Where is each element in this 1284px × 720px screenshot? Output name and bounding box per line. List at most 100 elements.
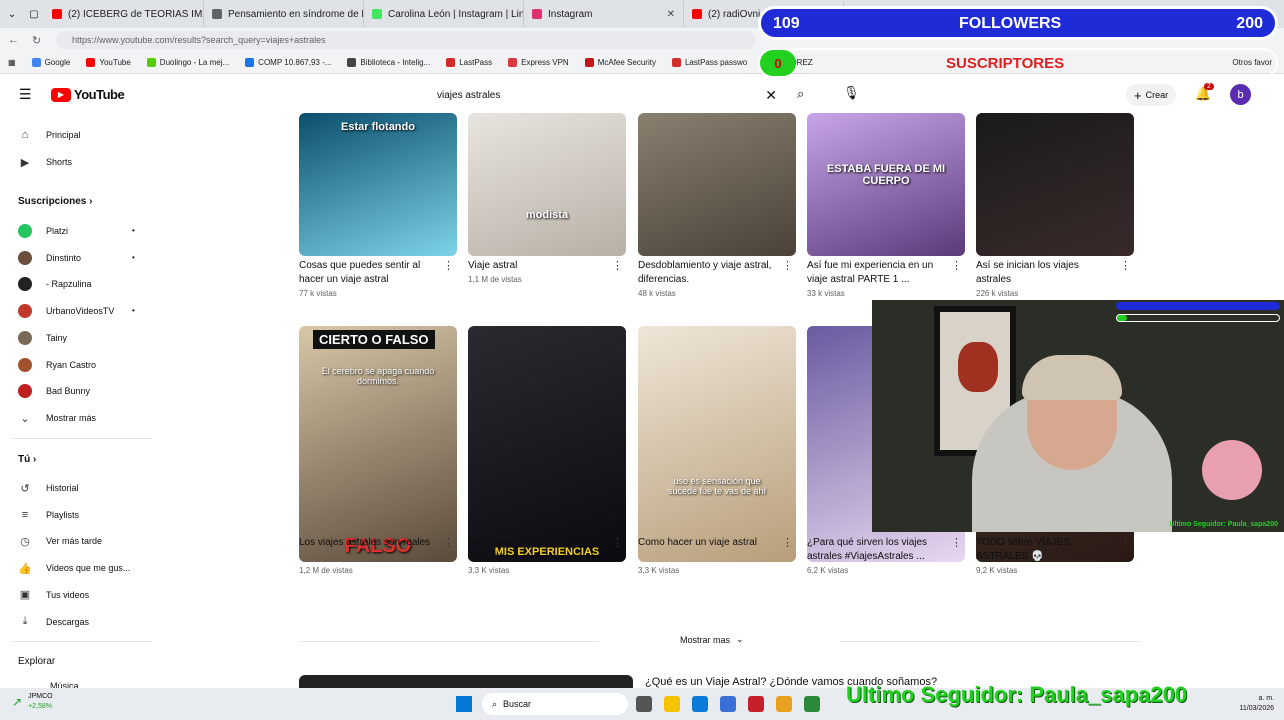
sidebar-item-download[interactable]: ⤓ Descargas bbox=[18, 615, 89, 629]
video-title[interactable]: Cosas que puedes sentir al hacer un viaj… bbox=[299, 259, 439, 287]
video-title[interactable]: Así se inician los viajes astrales bbox=[976, 259, 1116, 287]
apps-icon[interactable]: ▦ bbox=[0, 58, 24, 67]
subscriptions-header[interactable]: Suscripciones › bbox=[18, 196, 92, 207]
video-options-icon[interactable]: ⋮ bbox=[443, 536, 454, 549]
bookmark-item[interactable]: YouTube bbox=[78, 58, 138, 67]
video-thumbnail[interactable]: modista bbox=[468, 113, 626, 256]
next-video-thumb[interactable] bbox=[299, 675, 633, 688]
show-more-button[interactable]: Mostrar mas ⌄ bbox=[680, 634, 744, 645]
sidebar-subscription[interactable]: Platzi bbox=[18, 224, 68, 238]
youtube-logo[interactable]: ▶ YouTube bbox=[51, 87, 125, 102]
bookmark-item[interactable]: McAfee Security bbox=[577, 58, 664, 67]
youtube-logo-text: YouTube bbox=[74, 87, 125, 102]
chrome-icon[interactable] bbox=[776, 696, 792, 712]
divider bbox=[299, 641, 599, 642]
tab-favicon-icon bbox=[52, 9, 62, 19]
tab-list-icon[interactable]: ⌄ bbox=[0, 9, 24, 20]
you-header[interactable]: Tú › bbox=[18, 454, 36, 465]
video-options-icon[interactable]: ⋮ bbox=[612, 259, 623, 272]
acrobat-icon[interactable] bbox=[748, 696, 764, 712]
search-box[interactable]: viajes astrales ✕ bbox=[426, 82, 788, 108]
video-title[interactable]: Viaje astral bbox=[468, 259, 608, 273]
bookmark-item[interactable]: Express VPN bbox=[500, 58, 577, 67]
bookmark-item[interactable]: Biblioteca - Intelig... bbox=[339, 58, 438, 67]
sidebar-item-your-videos[interactable]: ▣ Tus videos bbox=[18, 588, 89, 602]
video-title[interactable]: Así fue mi experiencia en un viaje astra… bbox=[807, 259, 947, 287]
shorts-icon: ▶ bbox=[20, 156, 30, 169]
sidebar-subscription[interactable]: Tainy bbox=[18, 330, 67, 345]
sidebar-item-principal[interactable]: ⌂ Principal bbox=[18, 128, 81, 142]
video-thumbnail[interactable] bbox=[976, 113, 1134, 256]
sidebar-item-shorts[interactable]: ▶ Shorts bbox=[18, 155, 72, 169]
bookmark-favicon-icon bbox=[508, 58, 518, 67]
file-explorer-icon[interactable] bbox=[664, 696, 680, 712]
taskbar-search[interactable]: ⌕ Buscar bbox=[482, 693, 628, 715]
browser-tab[interactable]: Carolina León | Instagram | Linktr✕ bbox=[364, 1, 524, 27]
video-thumbnail[interactable]: Estar flotando bbox=[299, 113, 457, 256]
video-thumbnail[interactable]: CIERTO O FALSO El cerebro se apaga cuando… bbox=[299, 326, 457, 562]
webcam-microphone bbox=[1191, 429, 1273, 511]
sidebar-item-like[interactable]: 👍 Videos que me gus... bbox=[18, 561, 130, 575]
video-title[interactable]: ¿Para qué sirven los viajes astrales #Vi… bbox=[807, 536, 947, 564]
browser-tab[interactable]: (2) ICEBERG de TEORIAS IMPACTA✕ bbox=[44, 1, 204, 27]
video-options-icon[interactable]: ⋮ bbox=[1120, 259, 1131, 272]
video-title[interactable]: Como hacer un viaje astral bbox=[638, 536, 778, 550]
close-tab-icon[interactable]: ✕ bbox=[667, 9, 675, 20]
task-view-icon[interactable] bbox=[636, 696, 652, 712]
app-icon[interactable] bbox=[804, 696, 820, 712]
search-input[interactable]: viajes astrales bbox=[437, 90, 500, 101]
video-thumbnail[interactable]: ESTABA FUERA DE MI CUERPO bbox=[807, 113, 965, 256]
clear-search-icon[interactable]: ✕ bbox=[765, 87, 777, 104]
create-button[interactable]: + Crear bbox=[1126, 84, 1177, 106]
bookmark-item[interactable]: COMP 10.867,93 -... bbox=[237, 58, 339, 67]
video-thumbnail[interactable]: uso es sensación que sucede fue te vas d… bbox=[638, 326, 796, 562]
show-more-subscriptions[interactable]: ⌄ Mostrar más bbox=[18, 411, 96, 425]
video-views: 3,3 K vistas bbox=[638, 566, 680, 575]
edge-icon[interactable] bbox=[692, 696, 708, 712]
bookmark-item[interactable]: Duolingo - La mej... bbox=[139, 58, 237, 67]
back-icon[interactable]: ← bbox=[8, 34, 19, 46]
video-title[interactable]: Mis Experiencias con los Viajes Astrales bbox=[468, 536, 608, 564]
browser-tab[interactable]: Instagram ✕ bbox=[524, 1, 684, 27]
stock-widget[interactable]: ↗ JPMCO +2,58% bbox=[12, 692, 53, 712]
bookmark-item[interactable]: LastPass bbox=[438, 58, 500, 67]
bookmark-item[interactable]: Google bbox=[24, 58, 79, 67]
video-title[interactable]: Desdoblamiento y viaje astral, diferenci… bbox=[638, 259, 778, 287]
video-options-icon[interactable]: ⋮ bbox=[782, 536, 793, 549]
video-thumbnail[interactable] bbox=[638, 113, 796, 256]
video-title[interactable]: TODO sobre VIAJES ASTRALES 💀 bbox=[976, 536, 1116, 564]
bookmark-item[interactable]: LastPass passwo bbox=[664, 58, 755, 67]
voice-search-icon[interactable]: 🎙 bbox=[843, 85, 860, 101]
sidebar-subscription[interactable]: Bad Bunny bbox=[18, 384, 90, 399]
sidebar-subscription[interactable]: - Rapzulina bbox=[18, 277, 92, 292]
sidebar-item-playlists[interactable]: ≡ Playlists bbox=[18, 508, 79, 522]
video-options-icon[interactable]: ⋮ bbox=[782, 259, 793, 272]
video-options-icon[interactable]: ⋮ bbox=[443, 259, 454, 272]
store-icon[interactable] bbox=[720, 696, 736, 712]
webcam-last-follower: Ultimo Seguidor: Paula_sapa200 bbox=[1169, 521, 1278, 528]
reload-icon[interactable]: ↻ bbox=[32, 34, 41, 47]
sidebar-subscription[interactable]: UrbanoVideosTV bbox=[18, 304, 114, 319]
divider bbox=[12, 438, 152, 439]
tab-favicon-icon bbox=[372, 9, 382, 19]
video-title[interactable]: Los viajes astrales son reales bbox=[299, 536, 439, 550]
start-icon[interactable] bbox=[456, 696, 472, 712]
sidebar-item-history[interactable]: ↺ Historial bbox=[18, 481, 78, 495]
url-field[interactable]: https://www.youtube.com/results?search_q… bbox=[56, 31, 756, 49]
avatar[interactable]: b bbox=[1230, 84, 1251, 105]
sidebar-item-watch-later[interactable]: ◷ Ver más tarde bbox=[18, 534, 102, 548]
video-options-icon[interactable]: ⋮ bbox=[1120, 536, 1131, 549]
search-icon[interactable]: ⌕ bbox=[797, 86, 804, 102]
chevron-down-icon: ⌄ bbox=[20, 412, 30, 425]
bookmark-favicon-icon bbox=[671, 58, 681, 67]
browser-tab[interactable]: Pensamiento en síndrome de Do✕ bbox=[204, 1, 364, 27]
sidebar-subscription[interactable]: Dinstinto bbox=[18, 250, 81, 265]
video-options-icon[interactable]: ⋮ bbox=[951, 259, 962, 272]
sidebar-subscription[interactable]: Ryan Castro bbox=[18, 357, 96, 372]
menu-icon[interactable]: ☰ bbox=[19, 86, 32, 103]
video-options-icon[interactable]: ⋮ bbox=[951, 536, 962, 549]
video-thumbnail[interactable]: MIS EXPERIENCIAS bbox=[468, 326, 626, 562]
video-options-icon[interactable]: ⋮ bbox=[612, 536, 623, 549]
workspace-icon[interactable]: ▢ bbox=[24, 9, 44, 20]
clock: a. m. 11/03/2026 bbox=[1239, 695, 1274, 712]
